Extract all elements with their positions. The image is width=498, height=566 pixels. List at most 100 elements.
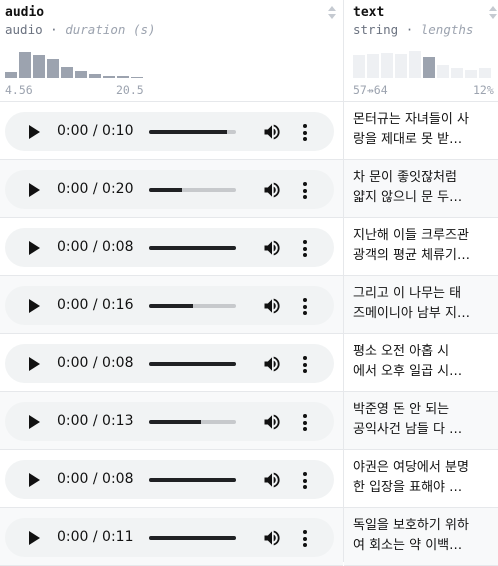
audio-time: 0:00 / 0:08	[57, 355, 134, 371]
text-cell-line: 에서 오후 일곱 시…	[353, 364, 463, 379]
text-cell[interactable]: 지난해 이들 크루즈관 광객의 평균 체류기…	[353, 226, 498, 266]
histogram-bar[interactable]	[367, 54, 379, 78]
histogram-bar[interactable]	[451, 68, 463, 78]
text-cell[interactable]: 야권은 여당에서 분명 한 입장을 표해야 …	[353, 458, 498, 498]
text-cell-line: 공익사건 남들 다 …	[353, 422, 463, 437]
audio-progress-track[interactable]	[149, 362, 236, 366]
audio-column: audio audio · duration (s) 4.56 20.5 0:0…	[0, 0, 343, 566]
histogram-bar[interactable]	[479, 68, 491, 78]
text-pct-label: 12%	[473, 83, 494, 97]
audio-type-label: audio	[5, 22, 43, 37]
histogram-bar[interactable]	[409, 51, 421, 78]
audio-progress-track[interactable]	[149, 304, 236, 308]
text-cell[interactable]: 박준영 돈 안 되는 공익사건 남들 다 …	[353, 400, 498, 440]
text-cell[interactable]: 차 문이 좋잇잖처럼 얇지 않으니 문 두…	[353, 168, 498, 208]
audio-time: 0:00 / 0:08	[57, 239, 134, 255]
text-range-label: 57⇸64	[353, 83, 388, 97]
volume-icon[interactable]	[262, 122, 282, 142]
audio-progress-track[interactable]	[149, 478, 236, 482]
audio-player[interactable]: 0:00 / 0:10	[5, 112, 334, 151]
play-icon[interactable]	[29, 531, 40, 545]
table-row: 0:00 / 0:11	[0, 508, 343, 566]
volume-icon[interactable]	[262, 470, 282, 490]
volume-icon[interactable]	[262, 296, 282, 316]
play-icon[interactable]	[29, 473, 40, 487]
play-icon[interactable]	[29, 183, 40, 197]
audio-progress-fill	[149, 478, 236, 482]
audio-player[interactable]: 0:00 / 0:16	[5, 286, 334, 325]
audio-player[interactable]: 0:00 / 0:11	[5, 518, 334, 557]
audio-player[interactable]: 0:00 / 0:20	[5, 170, 334, 209]
histogram-bar[interactable]	[19, 52, 31, 78]
audio-progress-fill	[149, 246, 236, 250]
audio-progress-track[interactable]	[149, 188, 236, 192]
histogram-bar[interactable]	[47, 59, 59, 78]
histogram-bar[interactable]	[61, 67, 73, 78]
text-cell-line: 지난해 이들 크루즈관	[353, 228, 469, 243]
more-vertical-icon[interactable]	[303, 530, 307, 547]
more-vertical-icon[interactable]	[303, 182, 307, 199]
text-histogram[interactable]	[353, 40, 497, 78]
audio-column-title: audio	[5, 5, 45, 20]
volume-icon[interactable]	[262, 528, 282, 548]
histogram-bar[interactable]	[33, 55, 45, 78]
table-row: 몬터규는 자녀들이 사 랑을 제대로 못 받…	[344, 102, 498, 160]
table-row: 박준영 돈 안 되는 공익사건 남들 다 …	[344, 392, 498, 450]
more-vertical-icon[interactable]	[303, 472, 307, 489]
audio-time: 0:00 / 0:13	[57, 413, 134, 429]
histogram-bar[interactable]	[75, 71, 87, 78]
separator: ·	[405, 22, 414, 37]
separator: ·	[50, 22, 58, 37]
histogram-bar[interactable]	[117, 76, 129, 78]
histogram-bar[interactable]	[381, 53, 393, 78]
more-vertical-icon[interactable]	[303, 124, 307, 141]
histogram-bar[interactable]	[103, 76, 115, 78]
audio-player[interactable]: 0:00 / 0:08	[5, 460, 334, 499]
play-icon[interactable]	[29, 357, 40, 371]
play-icon[interactable]	[29, 125, 40, 139]
more-vertical-icon[interactable]	[303, 298, 307, 315]
audio-player[interactable]: 0:00 / 0:08	[5, 344, 334, 383]
audio-progress-fill	[149, 536, 236, 540]
more-vertical-icon[interactable]	[303, 356, 307, 373]
text-cell-line: 얇지 않으니 문 두…	[353, 190, 463, 205]
play-icon[interactable]	[29, 415, 40, 429]
text-cell[interactable]: 평소 오전 아홉 시 에서 오후 일곱 시…	[353, 342, 498, 382]
play-icon[interactable]	[29, 241, 40, 255]
audio-progress-track[interactable]	[149, 536, 236, 540]
histogram-bar[interactable]	[395, 54, 407, 78]
dataset-table: audio audio · duration (s) 4.56 20.5 0:0…	[0, 0, 498, 566]
volume-icon[interactable]	[262, 180, 282, 200]
audio-progress-fill	[149, 130, 228, 134]
text-cell-line: 여 회소는 약 이백…	[353, 538, 463, 553]
sort-icon[interactable]	[328, 6, 336, 20]
text-cell[interactable]: 그리고 이 나무는 태 즈메이니아 남부 지…	[353, 284, 498, 324]
audio-time: 0:00 / 0:08	[57, 471, 134, 487]
histogram-bar[interactable]	[89, 74, 101, 78]
more-vertical-icon[interactable]	[303, 240, 307, 257]
text-cell[interactable]: 독일을 보호하기 위하 여 회소는 약 이백…	[353, 516, 498, 556]
audio-progress-track[interactable]	[149, 130, 236, 134]
audio-time: 0:00 / 0:20	[57, 181, 134, 197]
play-icon[interactable]	[29, 299, 40, 313]
audio-progress-fill	[149, 304, 193, 308]
audio-progress-fill	[149, 362, 236, 366]
volume-icon[interactable]	[262, 238, 282, 258]
histogram-bar[interactable]	[131, 77, 143, 78]
histogram-bar[interactable]	[5, 72, 17, 78]
volume-icon[interactable]	[262, 412, 282, 432]
histogram-bar[interactable]	[423, 57, 435, 78]
text-cell-line: 몬터규는 자녀들이 사	[353, 112, 469, 127]
audio-histogram[interactable]	[5, 40, 150, 78]
audio-progress-track[interactable]	[149, 246, 236, 250]
text-cell[interactable]: 몬터규는 자녀들이 사 랑을 제대로 못 받…	[353, 110, 498, 150]
histogram-bar[interactable]	[437, 65, 449, 78]
audio-player[interactable]: 0:00 / 0:08	[5, 228, 334, 267]
audio-player[interactable]: 0:00 / 0:13	[5, 402, 334, 441]
histogram-bar[interactable]	[465, 70, 477, 78]
more-vertical-icon[interactable]	[303, 414, 307, 431]
histogram-bar[interactable]	[353, 55, 365, 78]
sort-icon[interactable]	[489, 6, 497, 20]
audio-progress-track[interactable]	[149, 420, 236, 424]
volume-icon[interactable]	[262, 354, 282, 374]
